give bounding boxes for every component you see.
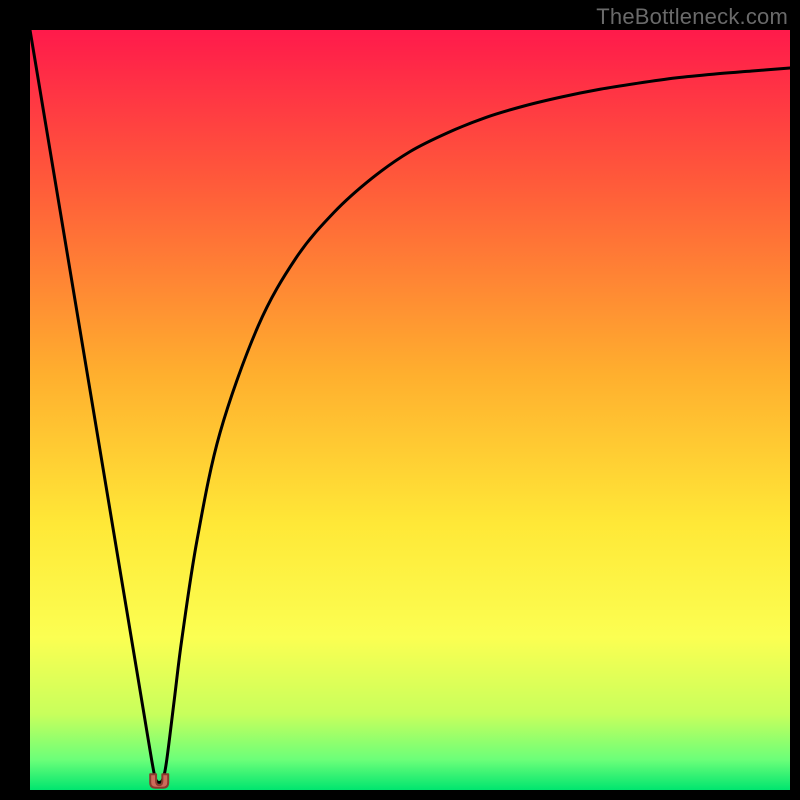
watermark-text: TheBottleneck.com [596,4,788,30]
chart-frame: TheBottleneck.com [0,0,800,800]
curve-chart [0,0,800,800]
gradient-background [30,30,790,790]
